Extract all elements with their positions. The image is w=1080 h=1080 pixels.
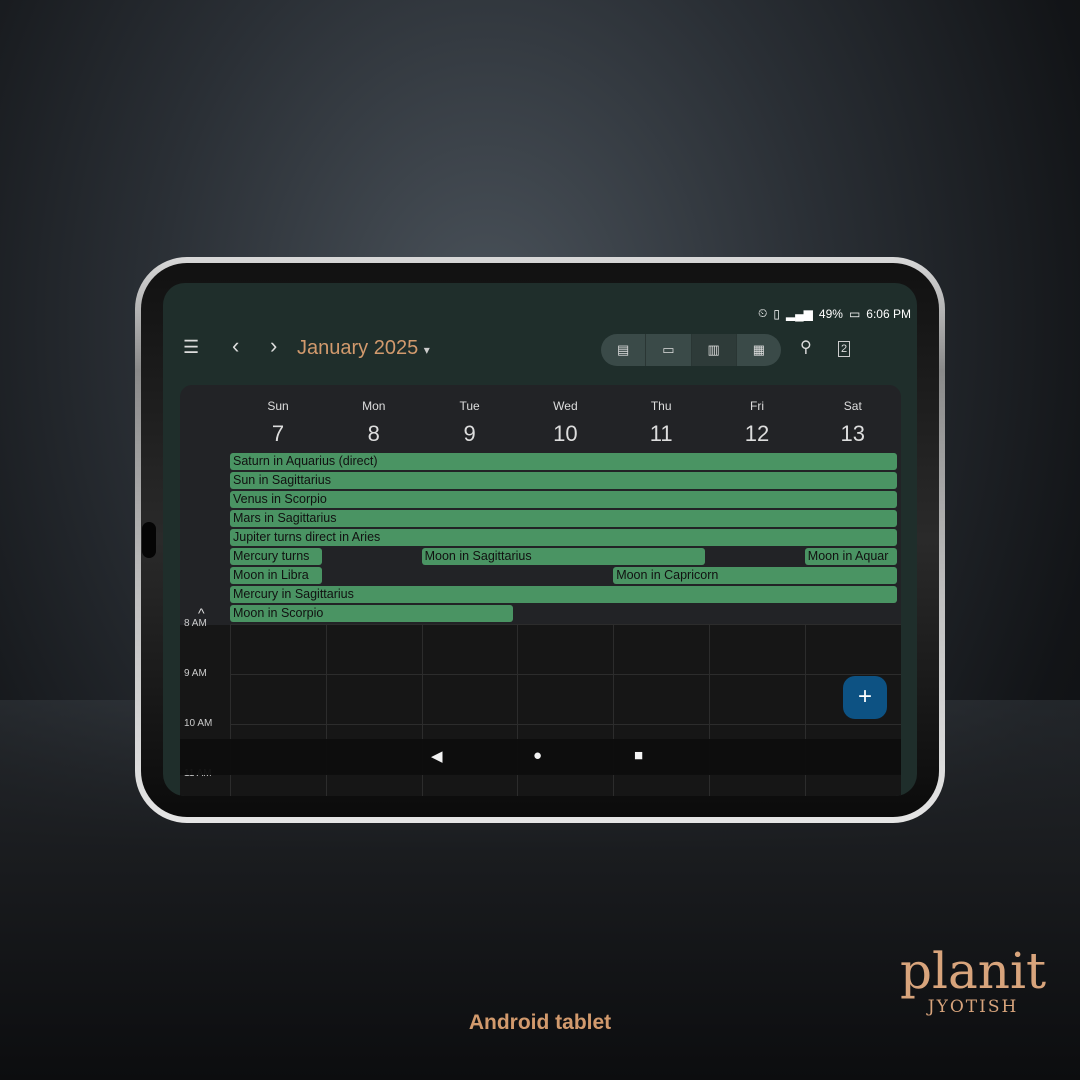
event-chip[interactable]: Moon in Sagittarius — [421, 548, 705, 565]
week-calendar: Sun 7 Mon 8 Tue 9 Wed 10 Thu 11 Fri 12 Sat 13 Saturn … — [180, 385, 901, 796]
battery-icon: ▭ — [848, 306, 861, 321]
event-chip[interactable]: Moon in Libra — [230, 567, 322, 584]
add-event-button[interactable]: + — [843, 676, 887, 719]
hour-line — [230, 674, 901, 675]
toolbar: ☰ ‹ › January 2025 ▾ ▤ ▭ ▥ ▦ ⚲ 2 — [163, 333, 917, 367]
event-chip[interactable]: Mercury in Sagittarius — [230, 586, 897, 603]
menu-icon[interactable]: ☰ — [183, 337, 199, 358]
day-header[interactable]: Tue 9 — [422, 399, 518, 447]
home-icon[interactable]: ● — [533, 747, 542, 764]
schedule-view-button[interactable]: ▤ — [601, 334, 647, 366]
day-name: Thu — [650, 399, 672, 413]
chevron-down-icon: ▾ — [423, 343, 430, 357]
navigation-bar: ◀ ● ■ — [180, 739, 901, 775]
day-date: 8 — [367, 421, 380, 446]
week-view-button[interactable]: ▥ — [691, 334, 737, 366]
event-chip[interactable]: Moon in Capricorn — [613, 567, 897, 584]
signal-icon: ▂▄▆ — [785, 306, 813, 321]
day-name: Wed — [553, 399, 578, 413]
event-chip[interactable]: Mars in Sagittarius — [230, 510, 897, 527]
day-header[interactable]: Sat 13 — [805, 399, 901, 447]
day-date: 9 — [463, 421, 476, 446]
brand-logo: planit JYOTISH — [900, 942, 1047, 1017]
time-label: 10 AM — [184, 718, 213, 729]
day-date: 10 — [553, 421, 578, 446]
view-switcher: ▤ ▭ ▥ ▦ — [601, 334, 781, 366]
clock: 6:06 PM — [866, 306, 911, 321]
tablet-screen: ⏲ ▯ ▂▄▆ 49% ▭ 6:06 PM ☰ ‹ › January 2025… — [163, 283, 917, 796]
time-label: 8 AM — [184, 618, 207, 629]
time-label: 9 AM — [184, 668, 207, 679]
recents-icon[interactable]: ■ — [634, 747, 643, 764]
event-chip[interactable]: Jupiter turns direct in Aries — [230, 529, 897, 546]
camera — [142, 522, 156, 558]
day-name: Sun — [267, 399, 289, 413]
prev-button[interactable]: ‹ — [232, 333, 239, 359]
event-chip[interactable]: Saturn in Aquarius (direct) — [230, 453, 897, 470]
day-header[interactable]: Wed 10 — [517, 399, 613, 447]
day-name: Mon — [362, 399, 386, 413]
back-icon[interactable]: ◀ — [431, 747, 443, 765]
day-name: Tue — [459, 399, 480, 413]
month-view-button[interactable]: ▦ — [737, 334, 781, 366]
status-bar: ⏲ ▯ ▂▄▆ 49% ▭ 6:06 PM — [758, 306, 911, 321]
vibrate-icon: ▯ — [773, 306, 780, 321]
event-chip[interactable]: Venus in Scorpio — [230, 491, 897, 508]
hour-line — [230, 624, 901, 625]
day-header[interactable]: Thu 11 — [613, 399, 709, 447]
day-date: 13 — [840, 421, 866, 446]
day-view-button[interactable]: ▭ — [646, 334, 692, 366]
event-chip[interactable]: Mercury turns — [230, 548, 322, 565]
event-chip[interactable]: Moon in Scorpio — [230, 605, 514, 622]
day-date: 11 — [649, 421, 673, 446]
next-button[interactable]: › — [270, 333, 277, 359]
event-chip[interactable]: Moon in Aquar — [804, 548, 897, 565]
month-title[interactable]: January 2025 ▾ — [297, 337, 430, 360]
search-icon[interactable]: ⚲ — [800, 337, 812, 357]
day-header[interactable]: Sun 7 — [230, 399, 326, 447]
day-date: 7 — [271, 421, 285, 446]
day-date: 12 — [744, 421, 770, 446]
today-button[interactable]: 2 — [838, 341, 851, 357]
day-name: Sat — [843, 399, 862, 413]
alarm-icon: ⏲ — [757, 306, 768, 320]
battery-percent: 49% — [818, 306, 843, 321]
day-header[interactable]: Fri 12 — [709, 399, 805, 447]
day-name: Fri — [750, 399, 764, 413]
day-header[interactable]: Mon 8 — [326, 399, 422, 447]
event-chip[interactable]: Sun in Sagittarius — [230, 472, 897, 489]
hour-line — [230, 724, 901, 725]
